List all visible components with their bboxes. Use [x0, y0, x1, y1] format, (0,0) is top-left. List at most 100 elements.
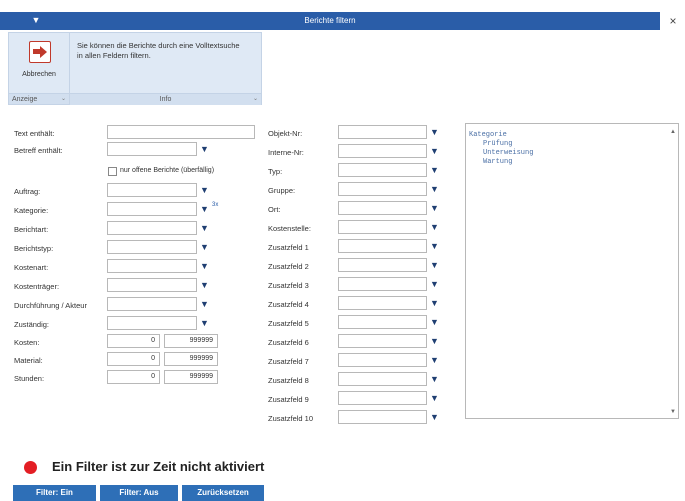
auftrag-dropdown-icon[interactable]: ▼: [199, 184, 210, 196]
mid-field-label: Zusatzfeld 10: [268, 414, 314, 423]
ribbon: Abbrechen Sie können die Berichte durch …: [8, 32, 262, 105]
mid-field-dropdown-icon[interactable]: ▼: [429, 259, 440, 271]
mid-field-label: Zusatzfeld 6: [268, 338, 309, 347]
mid-field-dropdown-icon[interactable]: ▼: [429, 221, 440, 233]
mid-field-dropdown-icon[interactable]: ▼: [429, 354, 440, 366]
mid-field-input[interactable]: [338, 334, 427, 348]
tree-item[interactable]: Prüfung: [469, 140, 533, 149]
kosten-to-input[interactable]: 999999: [164, 334, 218, 348]
cancel-button-label: Abbrechen: [22, 71, 56, 78]
filter-status-text: Ein Filter ist zur Zeit nicht aktiviert: [52, 459, 265, 474]
mid-field-input[interactable]: [338, 201, 427, 215]
mid-field-dropdown-icon[interactable]: ▼: [429, 145, 440, 157]
group-label-info-text: Info: [159, 96, 172, 103]
mid-field-label: Kostenstelle:: [268, 224, 311, 233]
zustaendig-dropdown-icon[interactable]: ▼: [199, 317, 210, 329]
category-tree: Kategorie Prüfung Unterweisung Wartung: [469, 131, 533, 167]
kosten-from-input[interactable]: 0: [107, 334, 160, 348]
mid-field-dropdown-icon[interactable]: ▼: [429, 183, 440, 195]
stunden-from-input[interactable]: 0: [107, 370, 160, 384]
group-label-anzeige[interactable]: Anzeige ⌄: [9, 93, 69, 104]
betreff-filter-label: Betreff enthält:: [14, 146, 63, 155]
durchfuehrung-dropdown-icon[interactable]: ▼: [199, 298, 210, 310]
scroll-up-icon[interactable]: ▲: [670, 129, 676, 135]
mid-field-input[interactable]: [338, 144, 427, 158]
material-to-input[interactable]: 999999: [164, 352, 218, 366]
zustaendig-label: Zuständig:: [14, 320, 50, 329]
status-indicator-icon: [24, 461, 37, 474]
cancel-button[interactable]: Abbrechen: [13, 37, 65, 89]
kostentraeger-input[interactable]: [107, 278, 197, 292]
exit-arrow-icon: [29, 41, 51, 63]
mid-field-input[interactable]: [338, 391, 427, 405]
kategorie-dropdown-icon[interactable]: ▼: [199, 203, 210, 215]
mid-field-input[interactable]: [338, 277, 427, 291]
mid-field-input[interactable]: [338, 125, 427, 139]
mid-field-label: Zusatzfeld 2: [268, 262, 309, 271]
window-title: Berichte filtern: [304, 16, 356, 25]
berichtstyp-input[interactable]: [107, 240, 197, 254]
offene-berichte-checkbox[interactable]: [108, 167, 117, 176]
zustaendig-input[interactable]: [107, 316, 197, 330]
kostenart-input[interactable]: [107, 259, 197, 273]
mid-field-input[interactable]: [338, 296, 427, 310]
durchfuehrung-input[interactable]: [107, 297, 197, 311]
material-label: Material:: [14, 356, 43, 365]
tree-item[interactable]: Wartung: [469, 158, 533, 167]
betreff-filter-input[interactable]: [107, 142, 197, 156]
mid-field-dropdown-icon[interactable]: ▼: [429, 373, 440, 385]
mid-field-dropdown-icon[interactable]: ▼: [429, 392, 440, 404]
durchfuehrung-label: Durchführung / Akteur: [14, 301, 87, 310]
kostentraeger-dropdown-icon[interactable]: ▼: [199, 279, 210, 291]
berichtstyp-dropdown-icon[interactable]: ▼: [199, 241, 210, 253]
mid-field-input[interactable]: [338, 163, 427, 177]
stunden-to-input[interactable]: 999999: [164, 370, 218, 384]
mid-field-input[interactable]: [338, 239, 427, 253]
mid-field-label: Interne-Nr:: [268, 148, 304, 157]
mid-field-dropdown-icon[interactable]: ▼: [429, 316, 440, 328]
mid-field-dropdown-icon[interactable]: ▼: [429, 164, 440, 176]
mid-field-input[interactable]: [338, 315, 427, 329]
kostenart-label: Kostenart:: [14, 263, 49, 272]
mid-field-dropdown-icon[interactable]: ▼: [429, 411, 440, 423]
mid-field-label: Zusatzfeld 1: [268, 243, 309, 252]
filter-off-button[interactable]: Filter: Aus: [100, 485, 178, 501]
kostenart-dropdown-icon[interactable]: ▼: [199, 260, 210, 272]
close-icon[interactable]: ×: [664, 13, 682, 29]
mid-field-input[interactable]: [338, 353, 427, 367]
berichtart-input[interactable]: [107, 221, 197, 235]
berichtart-dropdown-icon[interactable]: ▼: [199, 222, 210, 234]
kategorie-multi-select-icon[interactable]: 3x: [212, 202, 218, 208]
mid-field-dropdown-icon[interactable]: ▼: [429, 335, 440, 347]
mid-field-dropdown-icon[interactable]: ▼: [429, 202, 440, 214]
mid-field-dropdown-icon[interactable]: ▼: [429, 278, 440, 290]
mid-field-label: Zusatzfeld 5: [268, 319, 309, 328]
mid-field-dropdown-icon[interactable]: ▼: [429, 126, 440, 138]
betreff-dropdown-icon[interactable]: ▼: [199, 143, 210, 155]
auftrag-input[interactable]: [107, 183, 197, 197]
group-label-info: Info ⌄: [70, 93, 261, 105]
kategorie-input[interactable]: [107, 202, 197, 216]
berichtart-label: Berichtart:: [14, 225, 49, 234]
mid-field-input[interactable]: [338, 220, 427, 234]
mid-field-input[interactable]: [338, 372, 427, 386]
tree-root-item[interactable]: Kategorie: [469, 131, 533, 140]
category-tree-list[interactable]: Kategorie Prüfung Unterweisung Wartung ▲…: [465, 123, 679, 419]
mid-field-dropdown-icon[interactable]: ▼: [429, 297, 440, 309]
filter-on-button[interactable]: Filter: Ein: [13, 485, 96, 501]
tree-item[interactable]: Unterweisung: [469, 149, 533, 158]
material-from-input[interactable]: 0: [107, 352, 160, 366]
kostentraeger-label: Kostenträger:: [14, 282, 60, 291]
group-expand-icon[interactable]: ⌄: [61, 94, 66, 105]
mid-field-input[interactable]: [338, 258, 427, 272]
reset-button[interactable]: Zurücksetzen: [182, 485, 264, 501]
scroll-down-icon[interactable]: ▼: [670, 409, 676, 415]
group-label-anzeige-text: Anzeige: [12, 96, 38, 103]
mid-field-input[interactable]: [338, 182, 427, 196]
text-filter-input[interactable]: [107, 125, 255, 139]
mid-field-dropdown-icon[interactable]: ▼: [429, 240, 440, 252]
mid-field-input[interactable]: [338, 410, 427, 424]
mid-field-label: Zusatzfeld 9: [268, 395, 309, 404]
mid-field-label: Ort:: [268, 205, 281, 214]
group-expand-icon[interactable]: ⌄: [253, 94, 258, 105]
